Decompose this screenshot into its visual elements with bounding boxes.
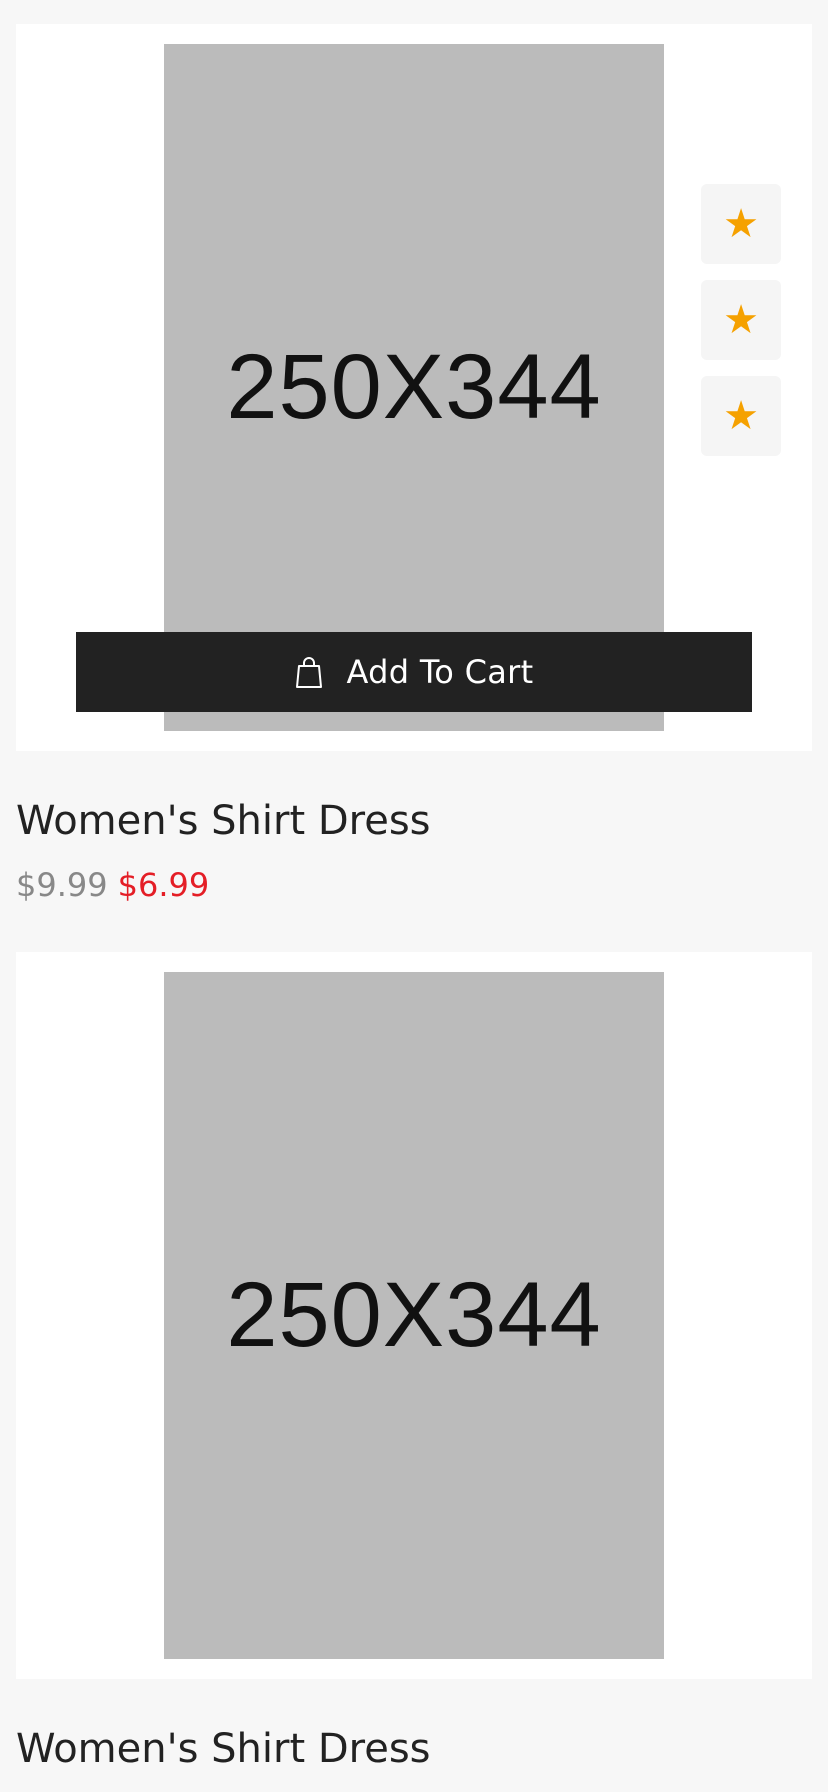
product-image-panel[interactable]: 250X344 ★ ★ ★ Add To Cart (16, 24, 812, 751)
compare-button[interactable]: ★ (701, 280, 781, 360)
product-title[interactable]: Women's Shirt Dress (16, 798, 431, 844)
shopping-bag-icon (295, 656, 323, 688)
star-icon: ★ (723, 201, 759, 247)
original-price: $9.99 (16, 866, 108, 904)
add-to-cart-label: Add To Cart (346, 653, 534, 691)
add-to-cart-button[interactable]: Add To Cart (76, 632, 752, 712)
image-size-label: 250X344 (226, 1264, 602, 1366)
quick-view-button[interactable]: ★ (701, 376, 781, 456)
product-image-placeholder[interactable]: 250X344 (164, 972, 664, 1659)
product-title[interactable]: Women's Shirt Dress (16, 1726, 431, 1772)
image-size-label: 250X344 (226, 336, 602, 438)
sale-price: $6.99 (117, 866, 210, 904)
star-icon: ★ (723, 393, 759, 439)
product-image-placeholder[interactable]: 250X344 (164, 44, 664, 731)
star-icon: ★ (723, 297, 759, 343)
product-image-panel[interactable]: 250X344 (16, 952, 812, 1679)
wishlist-button[interactable]: ★ (701, 184, 781, 264)
product-price: $9.99 $6.99 (16, 866, 209, 904)
